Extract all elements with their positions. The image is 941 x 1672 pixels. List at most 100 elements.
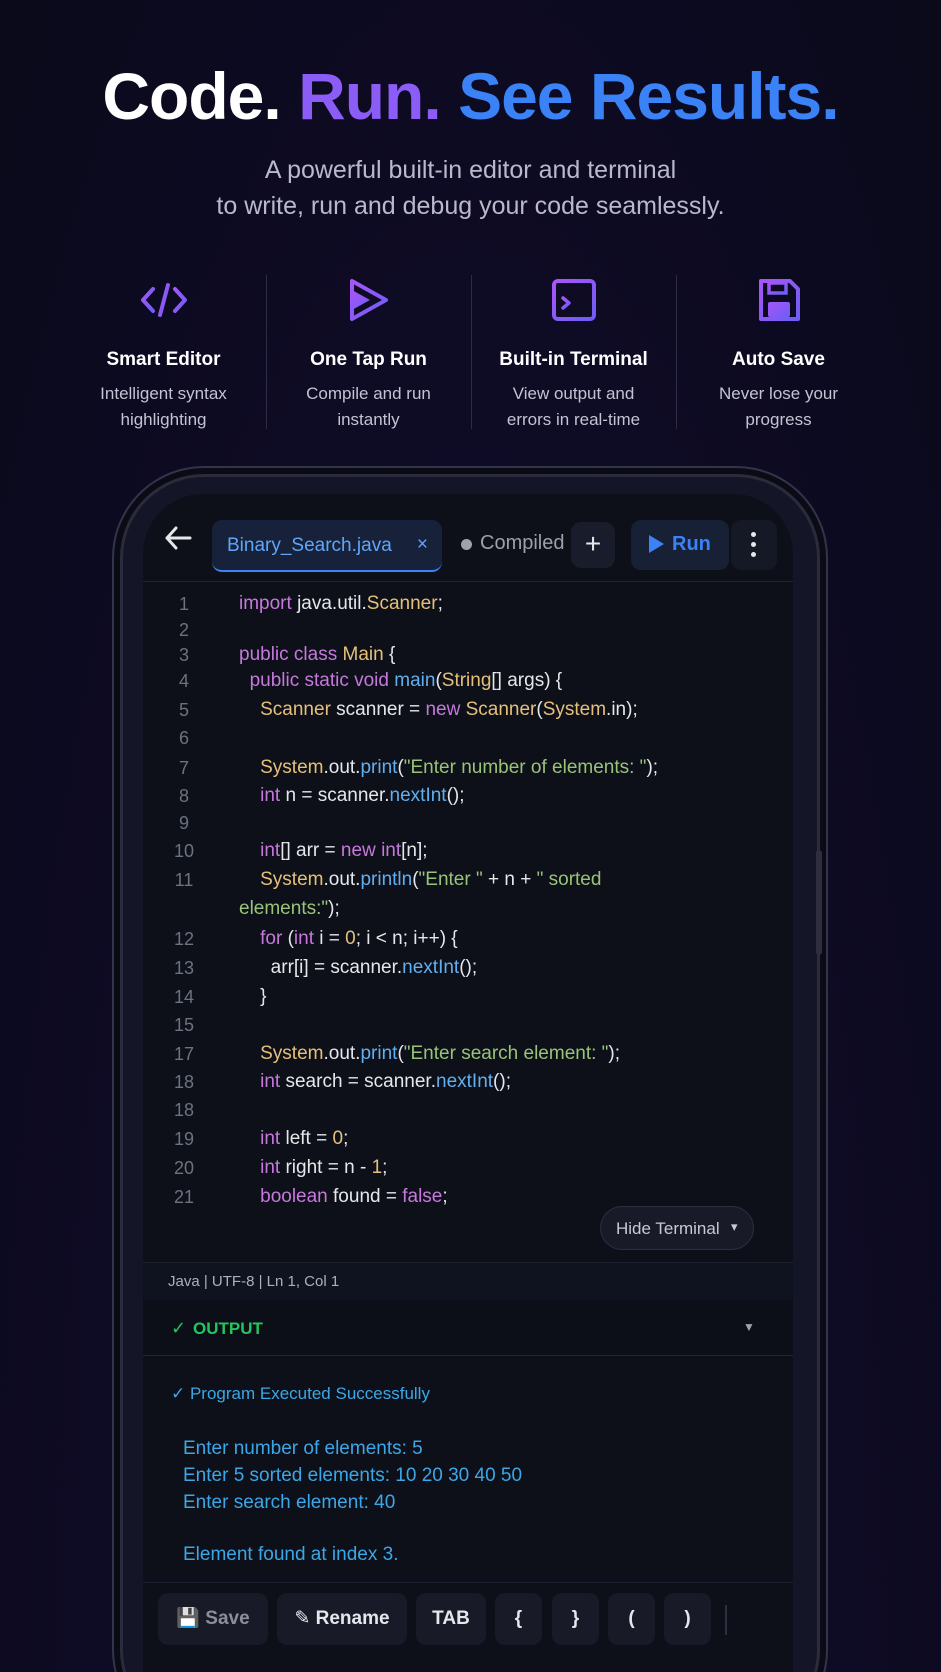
more-dot	[751, 532, 756, 537]
code-text: System.out.print("Enter number of elemen…	[260, 757, 659, 778]
brace-open-key-button[interactable]: {	[495, 1593, 542, 1645]
subtitle-line-2: to write, run and debug your code seamle…	[216, 192, 725, 220]
line-number: 17	[173, 1044, 195, 1064]
hero-title-code: Code.	[102, 59, 281, 133]
line-number: 4	[178, 671, 189, 691]
code-text: System.out.println("Enter " + n + " sort…	[260, 869, 602, 890]
code-line: 12 for (int i = 0; i < n; i++) {	[143, 924, 793, 954]
feature-desc: Compile and run instantly	[266, 381, 471, 433]
hero-title-run: Run.	[298, 59, 442, 133]
subtitle-line-1: A powerful built-in editor and terminal	[264, 156, 677, 184]
hero-subtitle: A powerful built-in editor and terminal …	[0, 152, 941, 224]
brace-close-key-button[interactable]: }	[552, 1593, 599, 1645]
line-number: 12	[173, 929, 195, 949]
feature-desc: Intelligent syntax highlighting	[61, 381, 266, 433]
run-button[interactable]: Run	[631, 520, 729, 570]
line-number: 20	[173, 1158, 195, 1178]
line-number: 18	[173, 1072, 195, 1092]
line-number: 10	[173, 841, 195, 861]
file-tab[interactable]: Binary_Search.java ×	[212, 520, 442, 572]
hide-terminal-label: Hide Terminal	[616, 1219, 720, 1238]
code-line: 19 int left = 0;	[143, 1124, 793, 1154]
paren-close-key-button[interactable]: )	[664, 1593, 711, 1645]
save-button[interactable]: 💾 Save	[158, 1593, 268, 1645]
fast-forward-play-icon	[349, 279, 388, 321]
feature-desc-line: Compile and run	[306, 384, 431, 403]
check-icon: ✓	[171, 1318, 187, 1338]
file-tab-label: Binary_Search.java	[227, 535, 392, 556]
feature-desc-line: highlighting	[120, 410, 207, 429]
code-editor[interactable]: 1 import java.util.Scanner; 2 3 public c…	[143, 584, 793, 1252]
hero-title-see: See Results.	[458, 59, 840, 133]
editor-status-bar: Java | UTF-8 | Ln 1, Col 1	[143, 1262, 793, 1300]
code-line: 20 int right = n - 1;	[143, 1153, 793, 1183]
feature-desc-line: errors in real-time	[506, 410, 641, 429]
code-line: 6	[143, 723, 793, 753]
feature-title: Auto Save	[732, 349, 825, 370]
feature-title: One Tap Run	[310, 349, 427, 370]
code-text: public static void main(String[] args) {	[249, 670, 563, 691]
feature-auto-save: Auto Save Never lose your progress	[676, 275, 881, 430]
code-text: int left = 0;	[260, 1128, 349, 1149]
output-label: OUTPUT	[193, 1319, 263, 1338]
line-number: 19	[173, 1129, 195, 1149]
status-text: Java | UTF-8 | Ln 1, Col 1	[168, 1273, 340, 1290]
code-text: int[] arr = new int[n];	[260, 840, 428, 861]
back-arrow-icon[interactable]	[163, 524, 193, 552]
line-number: 8	[178, 786, 189, 806]
code-brackets-icon	[140, 283, 187, 317]
editor-toolbar: 💾 Save ✎ Rename TAB { } ( )	[143, 1582, 793, 1662]
output-line: Enter number of elements: 5	[183, 1438, 423, 1459]
more-dot	[751, 542, 756, 547]
close-icon[interactable]: ×	[417, 534, 428, 556]
add-file-button[interactable]: +	[571, 522, 615, 568]
feature-desc-line: progress	[745, 410, 812, 429]
paren-open-key-button[interactable]: (	[608, 1593, 655, 1645]
feature-desc: View output and errors in real-time	[471, 381, 676, 433]
chevron-down-icon[interactable]: ▼	[743, 1320, 755, 1334]
feature-title: Built-in Terminal	[499, 349, 648, 370]
feature-built-in-terminal: Built-in Terminal View output and errors…	[471, 275, 676, 430]
rename-button[interactable]: ✎ Rename	[277, 1593, 407, 1645]
tab-key-button[interactable]: TAB	[416, 1593, 486, 1645]
code-line: 14 }	[143, 982, 793, 1012]
line-number: 6	[178, 728, 189, 748]
code-line: 17 System.out.print("Enter search elemen…	[143, 1039, 793, 1069]
rename-button-label: Rename	[315, 1608, 390, 1629]
line-number: 7	[178, 758, 189, 778]
code-line: 8 int n = scanner.nextInt();	[143, 781, 793, 811]
code-line: 15	[143, 1010, 793, 1040]
chevron-down-icon: ▾	[731, 1219, 738, 1234]
feature-smart-editor: Smart Editor Intelligent syntax highligh…	[61, 275, 266, 430]
more-options-button[interactable]	[731, 520, 777, 570]
code-line: 18	[143, 1095, 793, 1125]
floppy-disk-icon	[758, 279, 800, 321]
play-icon	[649, 535, 664, 553]
pencil-icon: ✎	[294, 1608, 311, 1629]
code-text: elements:");	[239, 898, 340, 919]
output-line: Element found at index 3.	[183, 1544, 399, 1565]
code-line: 4 public static void main(String[] args)…	[143, 666, 793, 696]
output-line: Enter 5 sorted elements: 10 20 30 40 50	[183, 1465, 523, 1486]
code-text: boolean found = false;	[260, 1186, 448, 1207]
code-text: Scanner scanner = new Scanner(System.in)…	[260, 699, 638, 720]
output-line: Enter search element: 40	[183, 1492, 396, 1513]
output-success-message: ✓ Program Executed Successfully	[171, 1384, 430, 1403]
feature-one-tap-run: One Tap Run Compile and run instantly	[266, 275, 471, 430]
code-line: elements:");	[143, 894, 793, 924]
code-text: }	[239, 986, 267, 1007]
output-panel-header[interactable]: ✓ OUTPUT ▼	[143, 1300, 793, 1356]
compiled-status: Compiled	[480, 532, 565, 554]
code-text: arr[i] = scanner.nextInt();	[239, 957, 478, 978]
code-line: 9	[143, 808, 793, 838]
line-number: 14	[173, 987, 195, 1007]
line-number: 18	[173, 1100, 195, 1120]
code-line: 11 System.out.println("Enter " + n + " s…	[143, 865, 793, 895]
toolbar-divider	[725, 1605, 727, 1635]
hide-terminal-button[interactable]: Hide Terminal ▾	[600, 1206, 754, 1250]
compiled-status-dot	[461, 539, 472, 550]
feature-list: Smart Editor Intelligent syntax highligh…	[61, 275, 881, 430]
feature-desc-line: Never lose your	[718, 384, 839, 403]
line-number: 21	[173, 1187, 195, 1207]
code-line: 18 int search = scanner.nextInt();	[143, 1067, 793, 1097]
